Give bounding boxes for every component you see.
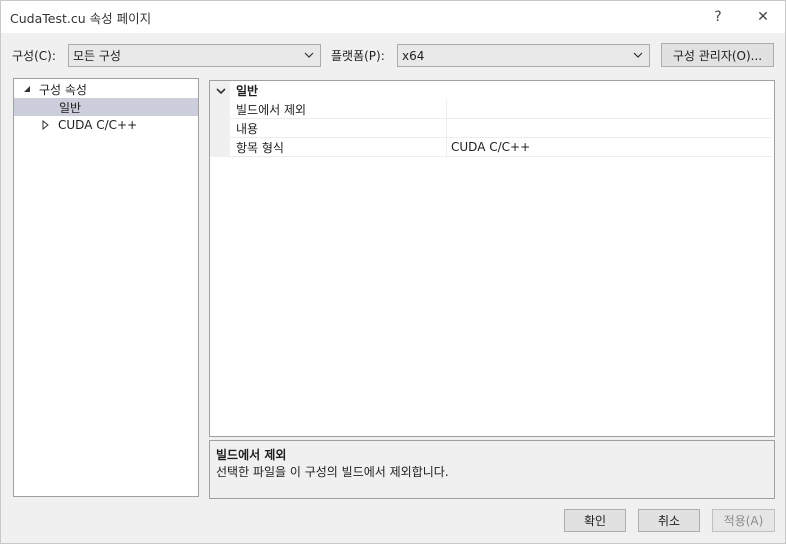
tree-item-general[interactable]: 일반 [14, 98, 198, 116]
property-value[interactable]: CUDA C/C++ [447, 138, 772, 157]
close-icon: ✕ [757, 9, 769, 25]
property-tree[interactable]: 구성 속성 일반 CUDA C/C++ [13, 78, 199, 497]
configuration-value: 모든 구성 [73, 49, 121, 63]
row-gutter [210, 119, 230, 138]
property-row[interactable]: 빌드에서 제외 [210, 100, 774, 119]
row-gutter [210, 138, 230, 157]
property-grid[interactable]: 일반 빌드에서 제외 내용 항목 형식 CUDA C/C++ [209, 80, 775, 437]
property-value[interactable] [447, 119, 772, 138]
tree-item-label: CUDA C/C++ [58, 118, 138, 132]
tree-item-cuda-cpp[interactable]: CUDA C/C++ [14, 116, 198, 134]
property-pages-dialog: CudaTest.cu 속성 페이지 ? ✕ 구성(C): 모든 구성 플랫폼(… [0, 0, 786, 544]
title-bar: CudaTest.cu 속성 페이지 ? ✕ [1, 1, 785, 33]
description-text: 선택한 파일을 이 구성의 빌드에서 제외합니다. [216, 465, 449, 479]
description-title: 빌드에서 제외 [216, 448, 287, 462]
cancel-button[interactable]: 취소 [638, 509, 700, 532]
collapsed-triangle-icon[interactable] [41, 120, 51, 130]
property-value[interactable] [447, 100, 772, 119]
property-row[interactable]: 내용 [210, 119, 774, 138]
window-title: CudaTest.cu 속성 페이지 [10, 11, 152, 26]
category-row-general[interactable]: 일반 [210, 81, 774, 100]
expanded-triangle-icon[interactable] [22, 84, 32, 94]
configuration-dropdown[interactable]: 모든 구성 [68, 44, 321, 67]
property-name: 빌드에서 제외 [230, 100, 447, 119]
chevron-down-icon[interactable] [216, 86, 226, 96]
close-button[interactable]: ✕ [748, 5, 778, 29]
platform-label: 플랫폼(P): [331, 49, 385, 63]
configuration-manager-button[interactable]: 구성 관리자(O)... [661, 43, 774, 67]
property-row[interactable]: 항목 형식 CUDA C/C++ [210, 138, 774, 157]
chevron-down-icon [304, 52, 314, 58]
property-name: 내용 [230, 119, 447, 138]
platform-value: x64 [402, 48, 425, 63]
help-icon: ? [714, 9, 722, 25]
tree-item-label: 일반 [59, 100, 82, 115]
description-panel: 빌드에서 제외 선택한 파일을 이 구성의 빌드에서 제외합니다. [209, 440, 775, 499]
platform-dropdown[interactable]: x64 [397, 44, 650, 67]
row-gutter [210, 100, 230, 119]
tree-item-configuration-properties[interactable]: 구성 속성 [14, 80, 198, 98]
ok-button[interactable]: 확인 [564, 509, 626, 532]
property-name: 항목 형식 [230, 138, 447, 157]
configuration-label: 구성(C): [12, 49, 56, 63]
chevron-down-icon [633, 52, 643, 58]
apply-button[interactable]: 적용(A) [712, 509, 775, 532]
category-label: 일반 [236, 84, 259, 98]
help-button[interactable]: ? [703, 5, 733, 29]
tree-item-label: 구성 속성 [39, 82, 87, 97]
